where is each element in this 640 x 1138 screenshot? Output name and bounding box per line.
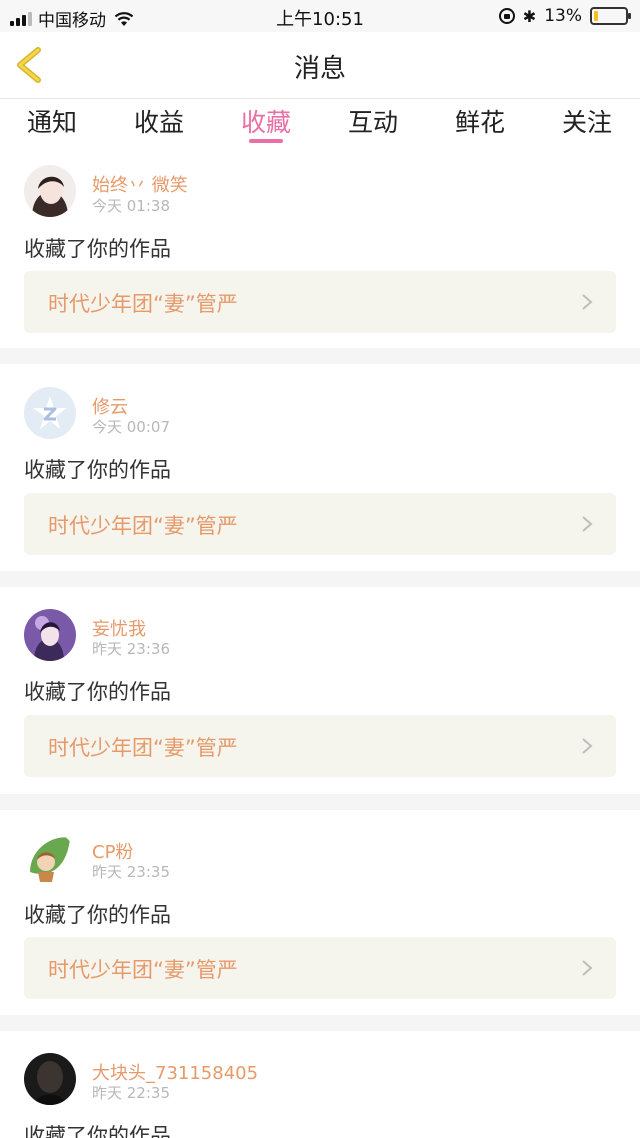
work-title: 时代少年团“妻”管严 — [48, 514, 238, 538]
timestamp: 今天 01:38 — [92, 197, 170, 215]
action-text: 收藏了你的作品 — [24, 903, 171, 927]
work-title: 时代少年团“妻”管严 — [48, 958, 238, 982]
tab-favorites[interactable]: 收藏 — [231, 103, 301, 139]
work-title: 时代少年团“妻”管严 — [48, 292, 238, 316]
message-item[interactable]: CP粉 昨天 23:35 收藏了你的作品 时代少年团“妻”管严 — [0, 810, 640, 1015]
chevron-right-icon — [582, 294, 593, 310]
divider — [0, 571, 640, 587]
chevron-right-icon — [582, 516, 593, 532]
message-item[interactable]: 修云 今天 00:07 收藏了你的作品 时代少年团“妻”管严 — [0, 364, 640, 571]
tab-bar: 通知 收益 收藏 互动 鲜花 关注 — [0, 99, 640, 151]
chevron-right-icon — [582, 960, 593, 976]
chevron-right-icon — [582, 738, 593, 754]
message-item[interactable]: 大块头_731158405 昨天 22:35 收藏了你的作品 — [0, 1031, 640, 1138]
tab-following[interactable]: 关注 — [552, 103, 622, 139]
message-item[interactable]: 始终丷 微笑 今天 01:38 收藏了你的作品 时代少年团“妻”管严 — [0, 151, 640, 348]
timestamp: 昨天 23:35 — [92, 863, 170, 881]
work-link[interactable]: 时代少年团“妻”管严 — [24, 493, 616, 555]
timestamp: 昨天 23:36 — [92, 640, 170, 658]
status-bar: 中国移动 上午10:51 ✱ 13% — [0, 0, 640, 32]
action-text: 收藏了你的作品 — [24, 1124, 171, 1138]
avatar[interactable] — [24, 609, 76, 661]
action-text: 收藏了你的作品 — [24, 458, 171, 482]
username[interactable]: 始终丷 微笑 — [92, 171, 188, 197]
tab-flowers[interactable]: 鲜花 — [445, 103, 515, 139]
status-right: ✱ 13% — [498, 6, 631, 26]
page-title: 消息 — [293, 54, 346, 84]
orientation-lock-icon — [498, 8, 515, 24]
tab-notifications[interactable]: 通知 — [17, 103, 87, 139]
battery-icon — [590, 7, 631, 25]
avatar[interactable] — [24, 832, 76, 884]
battery-percent: 13% — [544, 6, 582, 26]
tab-interactions[interactable]: 互动 — [338, 103, 408, 139]
message-item[interactable]: 妄忧我 昨天 23:36 收藏了你的作品 时代少年团“妻”管严 — [0, 587, 640, 794]
action-text: 收藏了你的作品 — [24, 237, 171, 261]
divider — [0, 794, 640, 810]
work-link[interactable]: 时代少年团“妻”管严 — [24, 937, 616, 999]
work-link[interactable]: 时代少年团“妻”管严 — [24, 271, 616, 333]
work-link[interactable]: 时代少年团“妻”管严 — [24, 715, 616, 777]
work-title: 时代少年团“妻”管严 — [48, 736, 238, 760]
avatar[interactable] — [24, 1053, 76, 1105]
timestamp: 今天 00:07 — [92, 418, 170, 436]
avatar[interactable] — [24, 387, 76, 439]
timestamp: 昨天 22:35 — [92, 1084, 170, 1102]
tab-earnings[interactable]: 收益 — [124, 103, 194, 139]
nav-bar: 消息 — [0, 32, 640, 98]
action-text: 收藏了你的作品 — [24, 680, 171, 704]
active-tab-indicator — [249, 139, 283, 143]
divider — [0, 348, 640, 364]
bluetooth-icon: ✱ — [522, 6, 537, 26]
divider — [0, 1015, 640, 1031]
avatar[interactable] — [24, 165, 76, 217]
battery-level — [594, 11, 598, 21]
